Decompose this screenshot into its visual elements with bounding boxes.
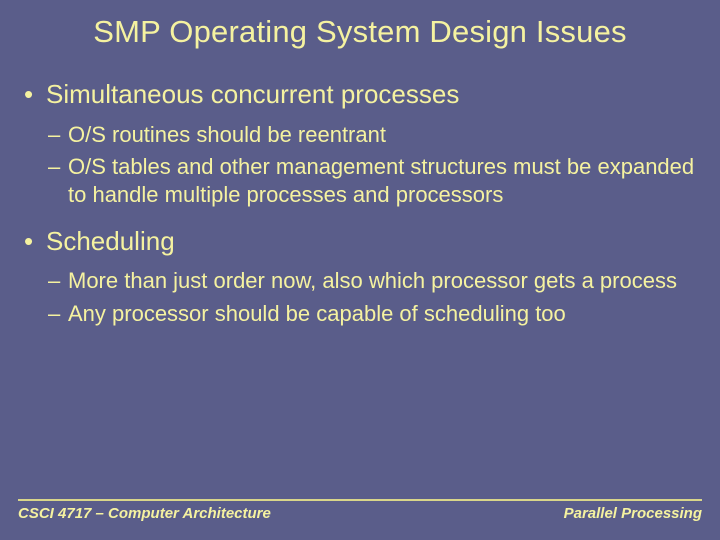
slide: SMP Operating System Design Issues Simul… bbox=[0, 0, 720, 540]
footer-row: CSCI 4717 – Computer Architecture Parall… bbox=[18, 505, 702, 522]
bullet-heading: Scheduling bbox=[24, 225, 702, 258]
footer-right: Parallel Processing bbox=[564, 505, 702, 522]
bullet-item: Any processor should be capable of sched… bbox=[48, 300, 702, 328]
footer-divider bbox=[18, 499, 702, 501]
slide-title: SMP Operating System Design Issues bbox=[18, 14, 702, 50]
footer: CSCI 4717 – Computer Architecture Parall… bbox=[18, 499, 702, 522]
bullet-heading: Simultaneous concurrent processes bbox=[24, 78, 702, 111]
bullet-item: O/S tables and other management structur… bbox=[48, 153, 702, 209]
footer-left: CSCI 4717 – Computer Architecture bbox=[18, 505, 271, 522]
bullet-item: O/S routines should be reentrant bbox=[48, 121, 702, 149]
spacer bbox=[18, 213, 702, 225]
bullet-item: More than just order now, also which pro… bbox=[48, 267, 702, 295]
